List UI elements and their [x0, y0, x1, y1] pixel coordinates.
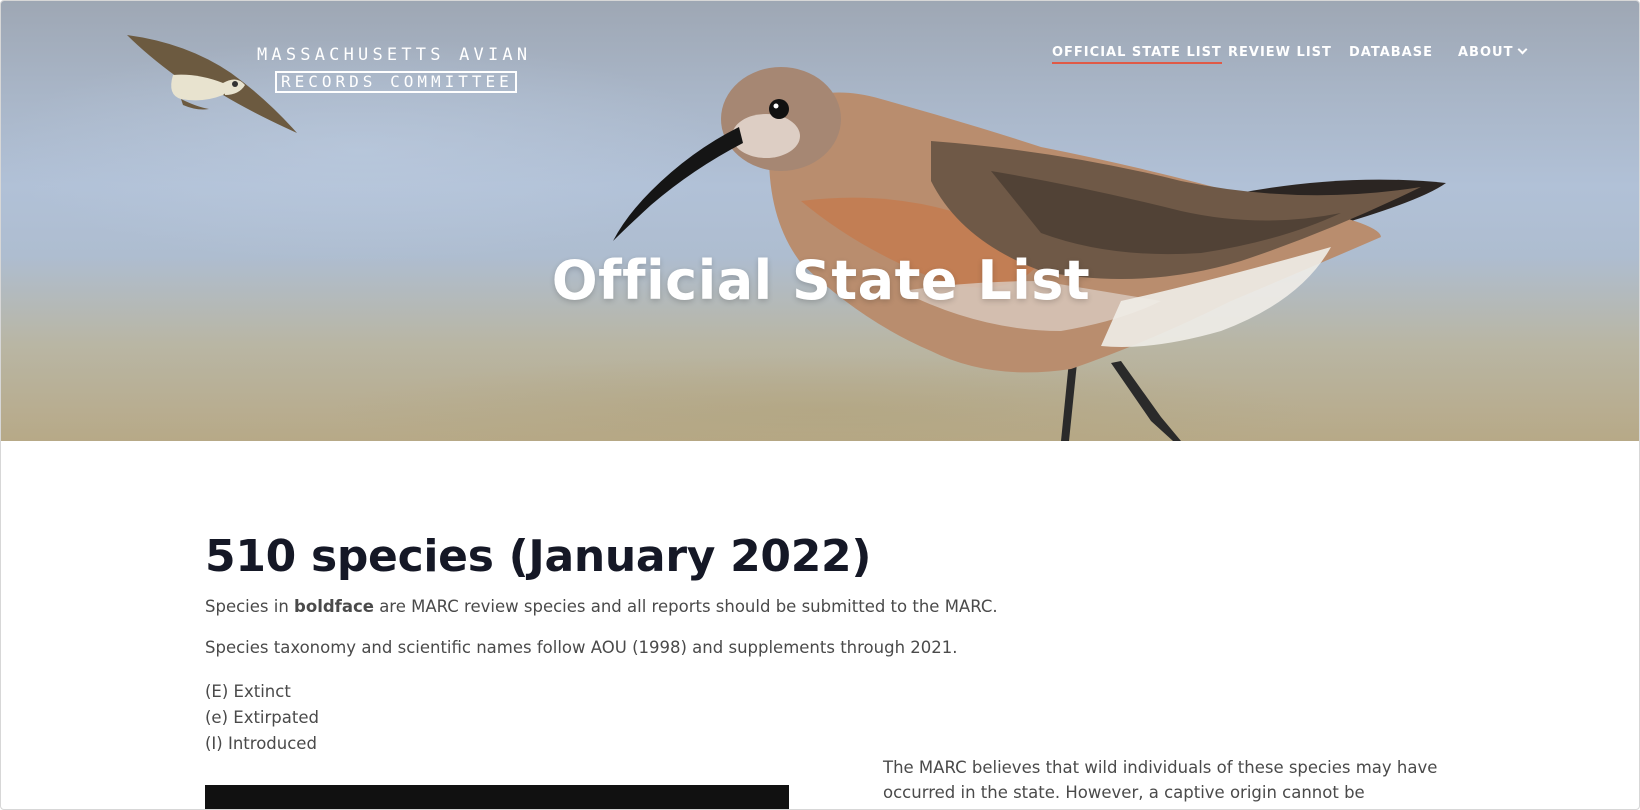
species-table-header	[205, 785, 789, 809]
nav-official-state-list[interactable]: OFFICIAL STATE LIST	[1052, 45, 1222, 64]
status-legend: (E) Extinct (e) Extirpated (I) Introduce…	[205, 679, 319, 757]
captive-origin-note: The MARC believes that wild individuals …	[883, 758, 1438, 809]
page-title: Official State List	[551, 249, 1091, 312]
nav-database[interactable]: DATABASE	[1349, 45, 1433, 60]
legend-item-introduced: (I) Introduced	[205, 734, 317, 753]
nav-review-list[interactable]: REVIEW LIST	[1228, 45, 1332, 60]
nav-about-label: ABOUT	[1458, 45, 1514, 60]
intro-bold: boldface	[294, 597, 374, 616]
nav-about[interactable]: ABOUT	[1458, 44, 1528, 60]
hero-banner: Official State List MASSACHUSETTS AVIAN …	[1, 1, 1639, 441]
taxonomy-note: Species taxonomy and scientific names fo…	[205, 638, 958, 657]
intro-suffix: are MARC review species and all reports …	[373, 597, 998, 616]
chevron-down-icon	[1518, 44, 1528, 55]
legend-item-extirpated: (e) Extirpated	[205, 708, 319, 727]
main-nav: OFFICIAL STATE LIST REVIEW LIST DATABASE…	[1, 44, 1639, 65]
review-species-note: Species in boldface are MARC review spec…	[205, 597, 998, 616]
intro-prefix: Species in	[205, 597, 295, 616]
species-count-heading: 510 species (January 2022)	[205, 531, 872, 582]
page-frame: Official State List MASSACHUSETTS AVIAN …	[0, 0, 1640, 810]
logo-line-2: RECORDS COMMITTEE	[275, 71, 517, 93]
legend-item-extinct: (E) Extinct	[205, 682, 291, 701]
